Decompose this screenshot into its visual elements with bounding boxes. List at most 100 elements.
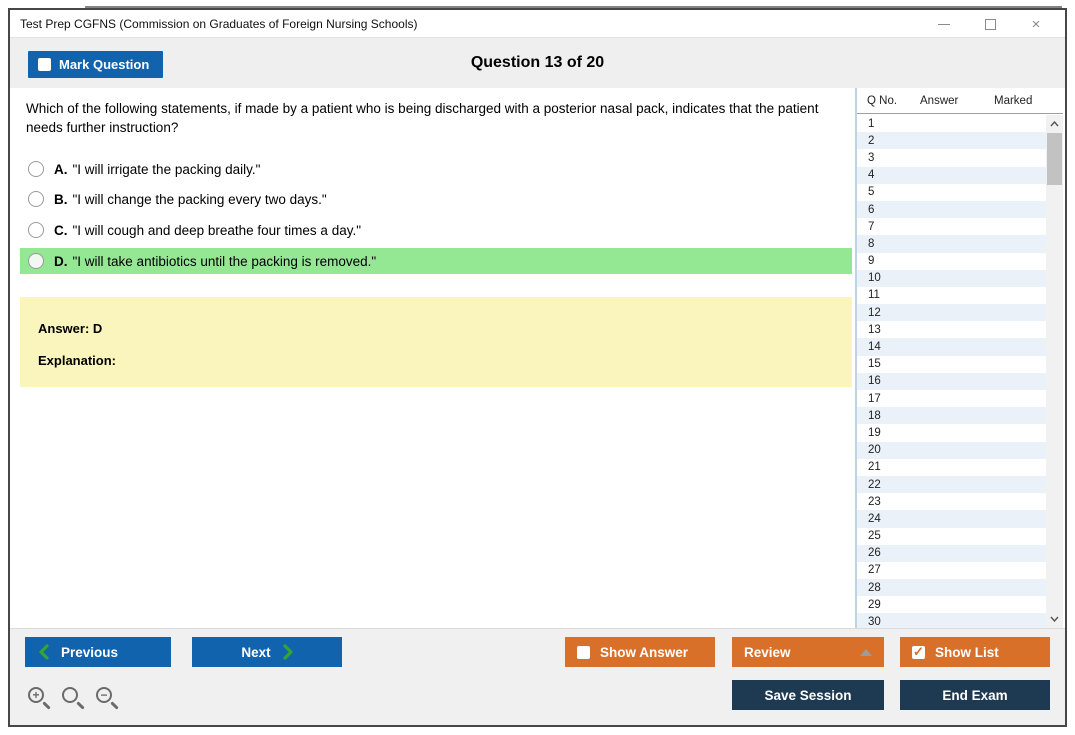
question-list-row[interactable]: 19 [857, 424, 1046, 441]
option-text: "I will irrigate the packing daily." [72, 161, 261, 177]
question-counter: Question 13 of 20 [470, 54, 605, 71]
row-question-number: 18 [868, 409, 881, 422]
app-window: Test Prep CGFNS (Commission on Graduates… [8, 8, 1067, 727]
scroll-up-icon[interactable] [1046, 116, 1063, 132]
question-list-row[interactable]: 24 [857, 510, 1046, 528]
radio-icon[interactable] [28, 191, 44, 207]
row-question-number: 15 [868, 358, 881, 371]
question-list-row[interactable]: 27 [857, 562, 1046, 579]
option-letter: D. [54, 253, 68, 269]
save-session-button[interactable]: Save Session [732, 680, 884, 710]
explanation-label: Explanation: [38, 353, 117, 368]
question-list-row[interactable]: 29 [857, 596, 1046, 613]
question-list-row[interactable]: 1 [857, 115, 1046, 132]
dropdown-arrow-icon [860, 648, 872, 656]
radio-icon[interactable] [28, 161, 44, 177]
option-text: "I will change the packing every two day… [72, 191, 327, 207]
previous-button[interactable]: Previous [25, 637, 171, 667]
scroll-down-icon[interactable] [1046, 611, 1063, 627]
review-dropdown-button[interactable]: Review [732, 637, 884, 667]
previous-label: Previous [61, 644, 119, 660]
end-exam-label: End Exam [942, 687, 1008, 703]
question-list-row[interactable]: 22 [857, 475, 1046, 494]
question-list-row[interactable]: 28 [857, 579, 1046, 597]
option-a[interactable]: A. "I will irrigate the packing daily." [20, 156, 852, 182]
question-list-row[interactable]: 23 [857, 493, 1046, 510]
row-question-number: 4 [868, 169, 875, 182]
close-button[interactable]: × [1013, 10, 1059, 38]
question-list-row[interactable]: 17 [857, 390, 1046, 407]
end-exam-button[interactable]: End Exam [900, 680, 1050, 710]
row-question-number: 16 [868, 375, 881, 388]
radio-icon[interactable] [28, 222, 44, 238]
question-list-row[interactable]: 30 [857, 613, 1046, 628]
maximize-icon [984, 18, 996, 30]
show-list-button[interactable]: Show List [900, 637, 1050, 667]
option-letter: B. [54, 191, 68, 207]
row-question-number: 21 [868, 461, 881, 474]
show-list-checkbox[interactable] [912, 644, 925, 660]
row-question-number: 3 [868, 151, 875, 164]
save-session-label: Save Session [764, 687, 852, 703]
question-list-row[interactable]: 18 [857, 407, 1046, 425]
footer-bar: Previous Next + − Show Answer Review Sho… [10, 628, 1065, 725]
magnifier-icon[interactable] [62, 687, 86, 711]
chevron-left-icon [39, 644, 49, 660]
row-question-number: 12 [868, 306, 881, 319]
question-list-row[interactable]: 10 [857, 269, 1046, 287]
review-label: Review [744, 644, 791, 660]
question-list-row[interactable]: 12 [857, 304, 1046, 322]
question-list-row[interactable]: 26 [857, 544, 1046, 562]
mark-question-checkbox[interactable] [38, 58, 51, 71]
question-list-row[interactable]: 11 [857, 287, 1046, 304]
zoom-out-icon[interactable]: − [96, 687, 120, 711]
row-question-number: 19 [868, 426, 881, 439]
question-list-row[interactable]: 14 [857, 338, 1046, 356]
radio-icon[interactable] [28, 253, 44, 269]
scrollbar-thumb[interactable] [1047, 133, 1062, 185]
question-list-row[interactable]: 5 [857, 184, 1046, 201]
next-button[interactable]: Next [192, 637, 342, 667]
question-list-row[interactable]: 2 [857, 132, 1046, 150]
row-question-number: 8 [868, 237, 875, 250]
minimize-button[interactable] [921, 10, 967, 38]
option-c[interactable]: C. "I will cough and deep breathe four t… [20, 217, 852, 243]
show-answer-label: Show Answer [600, 644, 689, 660]
question-list-row[interactable]: 4 [857, 166, 1046, 184]
option-text: "I will take antibiotics until the packi… [72, 253, 377, 269]
question-list-row[interactable]: 21 [857, 459, 1046, 476]
row-question-number: 29 [868, 598, 881, 611]
question-list-row[interactable]: 20 [857, 441, 1046, 459]
row-question-number: 10 [868, 272, 881, 285]
answer-label: Answer: D [38, 321, 103, 336]
question-list-row[interactable]: 7 [857, 218, 1046, 235]
minimize-icon [938, 23, 950, 25]
question-list-panel: Q No. Answer Marked 1 2 3 4 5 6 7 8 9 10 11 12 13 14 1… [855, 88, 1063, 628]
window-title: Test Prep CGFNS (Commission on Graduates… [20, 17, 418, 31]
option-letter: C. [54, 222, 68, 238]
zoom-in-icon[interactable]: + [28, 687, 52, 711]
question-list-row[interactable]: 6 [857, 200, 1046, 219]
option-d-highlighted[interactable]: D. "I will take antibiotics until the pa… [20, 248, 852, 274]
question-list-row[interactable]: 8 [857, 235, 1046, 253]
show-list-label: Show List [935, 644, 999, 660]
show-answer-checkbox[interactable] [577, 645, 590, 659]
question-list-row[interactable]: 3 [857, 149, 1046, 166]
scrollbar[interactable] [1046, 115, 1063, 628]
show-answer-button[interactable]: Show Answer [565, 637, 715, 667]
question-list-header: Q No. Answer Marked [857, 88, 1063, 114]
maximize-button[interactable] [967, 10, 1013, 38]
question-list-row[interactable]: 15 [857, 356, 1046, 373]
question-list-row[interactable]: 25 [857, 528, 1046, 545]
column-marked: Marked [994, 95, 1033, 107]
question-text: Which of the following statements, if ma… [26, 101, 819, 135]
mark-question-button[interactable]: Mark Question [28, 51, 164, 78]
column-answer: Answer [920, 95, 959, 107]
next-label: Next [241, 644, 271, 660]
option-b[interactable]: B. "I will change the packing every two … [20, 186, 852, 212]
question-list-row[interactable]: 13 [857, 321, 1046, 338]
row-question-number: 14 [868, 341, 881, 354]
row-question-number: 23 [868, 495, 881, 508]
question-list-row[interactable]: 16 [857, 372, 1046, 390]
question-list-row[interactable]: 9 [857, 253, 1046, 270]
